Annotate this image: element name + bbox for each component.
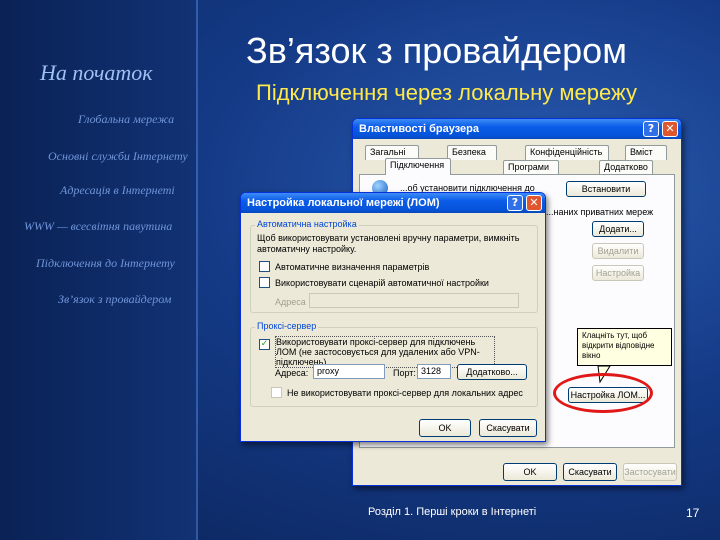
help-icon[interactable]: ? [507, 195, 523, 211]
tab-programs[interactable]: Програми [503, 160, 559, 175]
auto-script-label: Використовувати сценарій автоматичної на… [275, 278, 489, 288]
auto-config-description: Щоб використовувати установлені вручну п… [257, 233, 520, 254]
proxy-address-label: Адреса: [275, 368, 309, 378]
cancel-button[interactable]: Скасувати [563, 463, 617, 481]
settings-button[interactable]: Настройка [592, 265, 644, 281]
close-icon[interactable]: ✕ [662, 121, 678, 137]
slide-title: Зв’язок з провайдером [246, 30, 627, 71]
port-label: Порт: [393, 368, 416, 378]
tab-advanced[interactable]: Додатково [599, 160, 653, 175]
highlight-circle [553, 373, 653, 413]
lan-settings-titlebar: Настройка локальної мережі (ЛОМ) ? ✕ [241, 193, 545, 213]
proxy-group-label: Проксі-сервер [255, 321, 319, 331]
tab-privacy[interactable]: Конфіденційність [525, 145, 609, 160]
close-icon[interactable]: ✕ [526, 195, 542, 211]
page-number: 17 [686, 506, 700, 520]
use-proxy-checkbox[interactable]: ✓ [259, 339, 270, 350]
nav-item-internet-services[interactable]: Основні служби Інтернету [48, 149, 188, 164]
ok-button[interactable]: OK [503, 463, 557, 481]
auto-script-checkbox[interactable] [259, 277, 270, 288]
port-field[interactable]: 3128 [417, 364, 451, 379]
panel-divider [196, 0, 198, 540]
nav-item-connection[interactable]: Підключення до Інтернету [36, 256, 175, 271]
lan-ok-button[interactable]: OK [419, 419, 471, 437]
script-address-field[interactable] [309, 293, 519, 308]
delete-button[interactable]: Видалити [592, 243, 644, 259]
callout-tooltip: Клацніть тут, щоб відкрити відповідне ві… [577, 328, 672, 366]
slide-subtitle: Підключення через локальну мережу [256, 80, 637, 105]
vpn-text: ...наних приватних мереж [546, 207, 654, 217]
apply-button[interactable]: Застосувати [623, 463, 677, 481]
tab-content[interactable]: Вміст [625, 145, 667, 160]
nav-item-addressing[interactable]: Адресація в Інтернеті [60, 183, 175, 198]
lan-settings-window: Настройка локальної мережі (ЛОМ) ? ✕ Авт… [240, 192, 546, 442]
browser-properties-title: Властивості браузера [359, 123, 480, 135]
auto-detect-label: Автоматичне визначення параметрів [275, 262, 430, 272]
auto-detect-checkbox[interactable] [259, 261, 270, 272]
lan-settings-title: Настройка локальної мережі (ЛОМ) [247, 197, 440, 209]
tab-connections[interactable]: Підключення [385, 158, 451, 175]
auto-config-label: Автоматична настройка [255, 219, 359, 229]
proxy-address-field[interactable]: proxy [313, 364, 385, 379]
slide-footer: Розділ 1. Перші кроки в Інтернеті [368, 506, 537, 518]
nav-home-link[interactable]: На початок [40, 60, 153, 86]
nav-item-provider[interactable]: Зв’язок з провайдером [58, 292, 171, 307]
browser-properties-titlebar: Властивості браузера ? ✕ [353, 119, 681, 139]
tab-security[interactable]: Безпека [447, 145, 497, 160]
bypass-local-checkbox[interactable] [271, 387, 282, 398]
advanced-button[interactable]: Додатково... [457, 364, 527, 380]
script-address-label: Адреса [275, 297, 306, 307]
add-button[interactable]: Додати... [592, 221, 644, 237]
bypass-local-label: Не використовувати проксі-сервер для лок… [287, 388, 523, 398]
nav-item-www[interactable]: WWW — всесвітня павутина [24, 219, 172, 234]
help-icon[interactable]: ? [643, 121, 659, 137]
setup-button[interactable]: Встановити [566, 181, 646, 197]
nav-item-global-network[interactable]: Глобальна мережа [78, 112, 174, 127]
lan-cancel-button[interactable]: Скасувати [479, 419, 537, 437]
